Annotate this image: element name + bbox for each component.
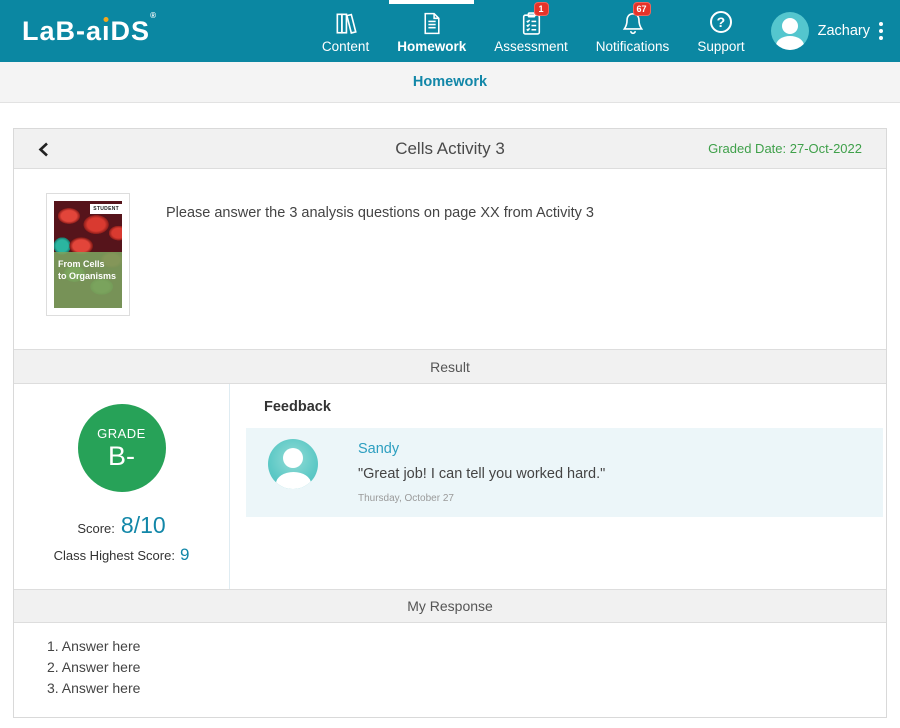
feedback-message: "Great job! I can tell you worked hard." xyxy=(358,466,605,482)
feedback-author: Sandy xyxy=(358,441,605,457)
labaids-logo[interactable]: LaB-aıDS® xyxy=(22,16,157,47)
answer-line-1: 1. Answer here xyxy=(47,636,866,657)
page-title: Homework xyxy=(413,74,487,90)
registered-mark: ® xyxy=(150,11,157,20)
score-line: Score: 8/10 xyxy=(77,512,165,539)
result-section: GRADE B- Score: 8/10 Class Highest Score… xyxy=(14,384,886,589)
assessment-badge: 1 xyxy=(534,2,549,16)
class-highest-line: Class Highest Score: 9 xyxy=(54,545,190,565)
books-icon xyxy=(333,8,359,36)
grade-badge: GRADE B- xyxy=(78,404,166,492)
nav-menu: Content Homework xyxy=(308,0,886,62)
my-response-section-title: My Response xyxy=(407,598,493,614)
back-button[interactable] xyxy=(32,129,55,169)
homework-detail-card: Cells Activity 3 Graded Date: 27-Oct-202… xyxy=(13,128,887,718)
my-response-answers: 1. Answer here 2. Answer here 3. Answer … xyxy=(14,623,886,717)
bell-icon: 67 xyxy=(620,8,646,36)
feedback-title: Feedback xyxy=(264,399,883,415)
user-name: Zachary xyxy=(818,23,870,39)
nav-item-support[interactable]: ? Support xyxy=(683,0,758,62)
user-avatar xyxy=(771,12,809,50)
class-highest-value: 9 xyxy=(180,545,189,565)
book-title: From Cells to Organisms xyxy=(54,252,122,308)
answer-line-2: 2. Answer here xyxy=(47,657,866,678)
nav-item-notifications[interactable]: 67 Notifications xyxy=(582,0,684,62)
user-profile[interactable]: Zachary xyxy=(771,12,886,50)
score-column: GRADE B- Score: 8/10 Class Highest Score… xyxy=(14,384,230,589)
assignment-section: STUDENT From Cells to Organisms Please a… xyxy=(14,169,886,349)
nav-label-content: Content xyxy=(322,39,369,54)
score-value: 8/10 xyxy=(121,512,166,539)
active-tab-indicator xyxy=(389,0,474,4)
feedback-content: Sandy "Great job! I can tell you worked … xyxy=(358,439,605,504)
graded-date: Graded Date: 27-Oct-2022 xyxy=(708,141,862,156)
student-tag: STUDENT xyxy=(90,204,122,214)
result-section-bar: Result xyxy=(14,349,886,384)
my-response-section-bar: My Response xyxy=(14,589,886,623)
nav-label-notifications: Notifications xyxy=(596,39,670,54)
nav-item-homework[interactable]: Homework xyxy=(383,0,480,62)
book-cover-image: STUDENT From Cells to Organisms xyxy=(54,201,122,308)
grade-label: GRADE xyxy=(97,426,146,441)
feedback-date: Thursday, October 27 xyxy=(358,493,605,504)
question-icon: ? xyxy=(710,8,732,36)
assignment-description: Please answer the 3 analysis questions o… xyxy=(166,205,594,349)
class-highest-label: Class Highest Score: xyxy=(54,548,175,563)
page-title-bar: Homework xyxy=(0,62,900,103)
activity-title: Cells Activity 3 xyxy=(395,139,505,159)
nav-item-content[interactable]: Content xyxy=(308,0,383,62)
chevron-left-icon xyxy=(38,142,49,157)
grade-value: B- xyxy=(108,441,135,471)
answer-line-3: 3. Answer here xyxy=(47,678,866,699)
teacher-avatar xyxy=(268,439,318,489)
kebab-menu-icon[interactable] xyxy=(876,19,886,43)
nav-label-assessment: Assessment xyxy=(494,39,568,54)
feedback-column: Feedback Sandy "Great job! I can tell yo… xyxy=(230,384,886,589)
notifications-badge: 67 xyxy=(633,2,651,16)
book-thumbnail[interactable]: STUDENT From Cells to Organisms xyxy=(46,193,130,316)
document-icon xyxy=(419,8,444,36)
score-label: Score: xyxy=(77,521,115,536)
nav-label-support: Support xyxy=(697,39,744,54)
top-navbar: LaB-aıDS® Content xyxy=(0,0,900,62)
clipboard-icon: 1 xyxy=(519,8,544,36)
card-header: Cells Activity 3 Graded Date: 27-Oct-202… xyxy=(14,129,886,169)
result-section-title: Result xyxy=(430,359,470,375)
feedback-panel: Sandy "Great job! I can tell you worked … xyxy=(246,428,883,517)
nav-item-assessment[interactable]: 1 Assessment xyxy=(480,0,582,62)
nav-label-homework: Homework xyxy=(397,39,466,54)
